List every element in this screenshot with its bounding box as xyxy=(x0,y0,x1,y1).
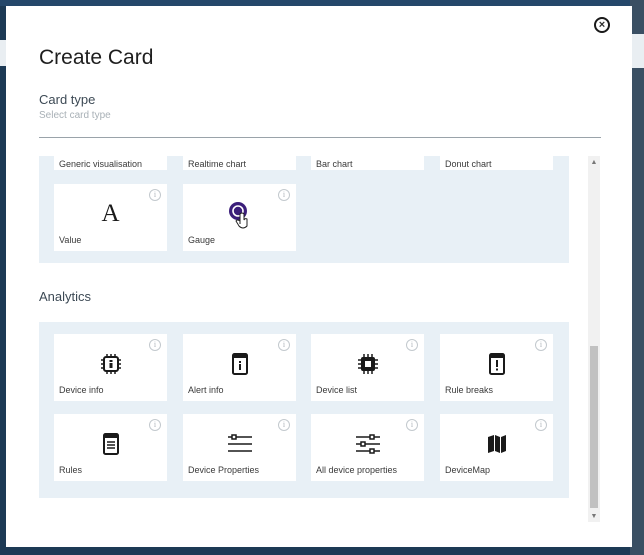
card-list-scroll-area[interactable]: Generic visualisation Realtime chart Bar… xyxy=(39,156,587,536)
scroll-down-icon[interactable]: ▼ xyxy=(588,510,600,522)
card-label: Realtime chart xyxy=(188,159,247,169)
card-label: Donut chart xyxy=(445,159,492,169)
sliders-icon xyxy=(311,428,424,460)
card-gauge[interactable]: i Gauge xyxy=(183,184,296,251)
card-type-select-underline xyxy=(39,137,601,138)
card-label: Rules xyxy=(59,465,83,475)
chip-icon xyxy=(311,348,424,380)
card-alert-info[interactable]: i Alert info xyxy=(183,334,296,401)
tablet-alert-icon xyxy=(440,348,553,380)
card-label: Rule breaks xyxy=(445,385,494,395)
letter-a-icon: A xyxy=(54,198,167,230)
close-icon[interactable]: × xyxy=(594,17,610,33)
card-type-select[interactable]: Select card type xyxy=(39,110,111,121)
card-label: Generic visualisation xyxy=(59,159,143,169)
card-type-label: Card type xyxy=(39,92,96,107)
card-label: Bar chart xyxy=(316,159,353,169)
visualisation-panel: Generic visualisation Realtime chart Bar… xyxy=(39,156,569,263)
card-device-info[interactable]: i Device info xyxy=(54,334,167,401)
card-all-device-properties[interactable]: i All device properties xyxy=(311,414,424,481)
card-bar-chart[interactable]: Bar chart xyxy=(311,156,424,170)
card-device-properties[interactable]: i Device Properties xyxy=(183,414,296,481)
card-label: DeviceMap xyxy=(445,465,491,475)
backdrop-right-strip xyxy=(630,0,644,555)
card-realtime-chart[interactable]: Realtime chart xyxy=(183,156,296,170)
card-devicemap[interactable]: i DeviceMap xyxy=(440,414,553,481)
chip-info-icon xyxy=(54,348,167,380)
card-rules[interactable]: i Rules xyxy=(54,414,167,481)
card-device-list[interactable]: i Device list xyxy=(311,334,424,401)
map-icon xyxy=(440,428,553,460)
card-label: All device properties xyxy=(316,465,398,475)
card-label: Device list xyxy=(316,385,358,395)
gauge-icon xyxy=(183,198,296,230)
letter-a-glyph: A xyxy=(101,200,120,227)
vertical-scrollbar[interactable]: ▲ ▼ xyxy=(588,156,600,522)
card-label: Device Properties xyxy=(188,465,260,475)
scrollbar-thumb[interactable] xyxy=(590,346,598,508)
card-generic-visualisation[interactable]: Generic visualisation xyxy=(54,156,167,170)
card-label: Value xyxy=(59,235,82,245)
dialog-title: Create Card xyxy=(39,46,154,69)
card-value[interactable]: i A Value xyxy=(54,184,167,251)
card-label: Gauge xyxy=(188,235,216,245)
card-rule-breaks[interactable]: i Rule breaks xyxy=(440,334,553,401)
scroll-up-icon[interactable]: ▲ xyxy=(588,156,600,168)
card-label: Device info xyxy=(59,385,104,395)
card-label: Alert info xyxy=(188,385,224,395)
backdrop-right-element xyxy=(632,34,644,68)
card-donut-chart[interactable]: Donut chart xyxy=(440,156,553,170)
analytics-section-title: Analytics xyxy=(39,289,92,304)
tablet-info-icon xyxy=(183,348,296,380)
document-list-icon xyxy=(54,428,167,460)
create-card-dialog: × Create Card Card type Select card type… xyxy=(6,6,632,547)
analytics-panel: i Device info i Alert info i Device list… xyxy=(39,322,569,498)
lines-icon xyxy=(183,428,296,460)
